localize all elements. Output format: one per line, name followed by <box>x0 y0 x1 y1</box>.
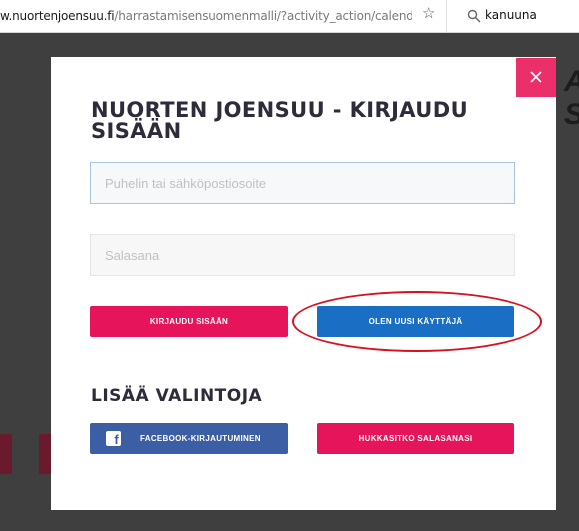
facebook-login-label: FACEBOOK-KIRJAUTUMINEN <box>140 434 261 443</box>
background-block-right <box>39 434 51 474</box>
browser-search-box[interactable]: kanuuna <box>446 0 579 33</box>
forgot-password-button[interactable]: HUKKASITKO SALASANASI <box>317 423 514 454</box>
login-button[interactable]: KIRJAUDU SISÄÄN <box>90 306 288 337</box>
close-button[interactable] <box>516 58 556 97</box>
url-path: /harrastamisensuomenmalli/?activity_acti… <box>114 9 412 23</box>
background-heading: AR SU <box>564 65 579 131</box>
background-block-left <box>0 434 12 474</box>
password-input[interactable] <box>90 234 515 276</box>
facebook-icon: f <box>106 431 121 447</box>
annotation-highlight-oval <box>292 291 542 352</box>
browser-search-text: kanuuna <box>485 8 537 22</box>
search-icon <box>467 9 481 23</box>
modal-title: NUORTEN JOENSUU - KIRJAUDU SISÄÄN <box>91 98 469 143</box>
browser-address-bar[interactable]: w.nuortenjoensuu.fi/harrastamisensuomenm… <box>0 0 579 33</box>
url-text[interactable]: w.nuortenjoensuu.fi/harrastamisensuomenm… <box>0 9 412 23</box>
facebook-login-button[interactable]: f FACEBOOK-KIRJAUTUMINEN <box>90 423 288 454</box>
close-icon <box>530 71 542 83</box>
phone-or-email-input[interactable] <box>90 162 515 204</box>
star-icon[interactable]: ☆ <box>422 6 438 22</box>
url-host: w.nuortenjoensuu.fi <box>0 9 115 23</box>
more-options-title: LISÄÄ VALINTOJA <box>91 386 263 406</box>
